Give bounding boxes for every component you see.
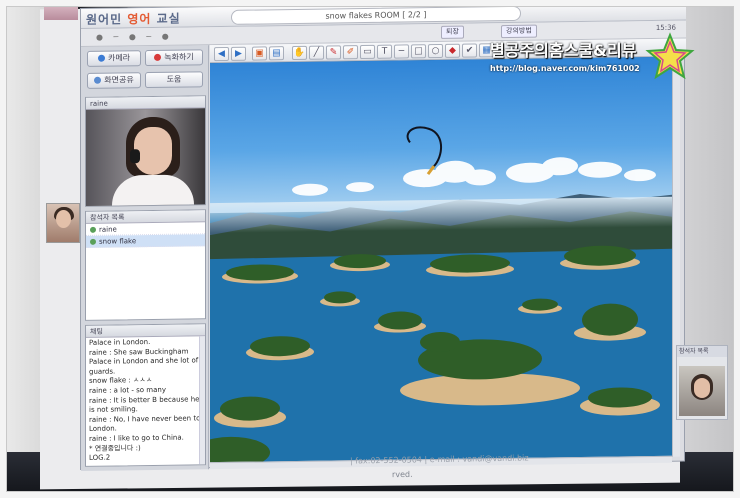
lake-photo [210,126,672,464]
star-icon [645,32,695,80]
camera-button[interactable]: 카메라 [87,50,141,67]
arrow-left-icon[interactable]: ◀ [214,46,229,62]
left-panel: 카메라 녹화하기 화면공유 도움 raine 참석자 목록 raine snow… [81,45,209,471]
volume-slider[interactable]: ● ─ ● ─ ● [96,32,173,42]
rectangle-icon[interactable]: □ [411,44,426,59]
record-button[interactable]: 녹화하기 [145,49,203,67]
webcam-panel: raine [85,95,206,207]
background-thumbnail-strip [44,6,78,20]
whiteboard-canvas[interactable] [210,56,672,464]
ellipse-icon[interactable]: ○ [428,43,443,59]
help-button[interactable]: 도움 [145,71,203,89]
screen-icon [94,76,102,84]
participant-video [679,366,725,416]
exit-button[interactable]: 퇴장 [441,25,464,39]
footer-copyright: rved. [391,469,413,480]
camera-icon [97,54,105,62]
clock: 15:36 [655,23,676,32]
arrow-right-icon[interactable]: ▶ [231,46,246,61]
chat-line: raine : No, I have never been to [89,414,201,424]
open-file-icon[interactable]: ▣ [252,46,267,61]
app-logo: 원어민 영어 교실 [86,11,181,27]
right-panel-title: 참석자 목록 [677,346,727,357]
chat-line: LOG.2 [89,453,111,462]
participant-row-selected[interactable]: snow flake [86,234,205,248]
hand-icon[interactable]: ✋ [292,45,307,61]
eraser-icon[interactable]: ▭ [360,44,375,60]
room-title: snow flakes ROOM [ 2/2 ] [231,5,521,25]
color-icon[interactable]: ◆ [445,43,460,58]
background-avatar [46,203,80,243]
chat-title: 채팅 [86,324,205,338]
check-icon[interactable]: ✔ [462,43,477,58]
chat-log: Palace in London. raine : She saw Buckin… [89,337,201,463]
brush-icon[interactable]: ✎ [326,45,341,60]
save-icon[interactable]: ▤ [269,46,284,61]
line-icon[interactable]: ─ [394,44,409,59]
chat-panel: 채팅 Palace in London. raine : She saw Buc… [85,323,206,467]
participant-list: 참석자 목록 raine snow flake [85,209,206,321]
right-participant-panel: 참석자 목록 [676,345,728,420]
pen-icon[interactable]: ╱ [309,45,324,60]
highlighter-icon[interactable]: ✐ [343,45,358,60]
screen-share-button[interactable]: 화면공유 [87,72,141,89]
watermark-title: 별공주의홈스쿨&리뷰 [490,41,637,60]
text-icon[interactable]: T [377,44,392,59]
webcam-video [86,108,205,206]
online-icon [90,226,96,233]
chat-line: Palace in London and she lot of [89,356,199,367]
online-icon [90,238,96,245]
record-icon [154,53,162,61]
chat-scrollbar[interactable] [199,336,205,465]
watermark-url: http://blog.naver.com/kim761002 [490,64,640,73]
chat-line: raine : It is better B because he [89,394,200,405]
